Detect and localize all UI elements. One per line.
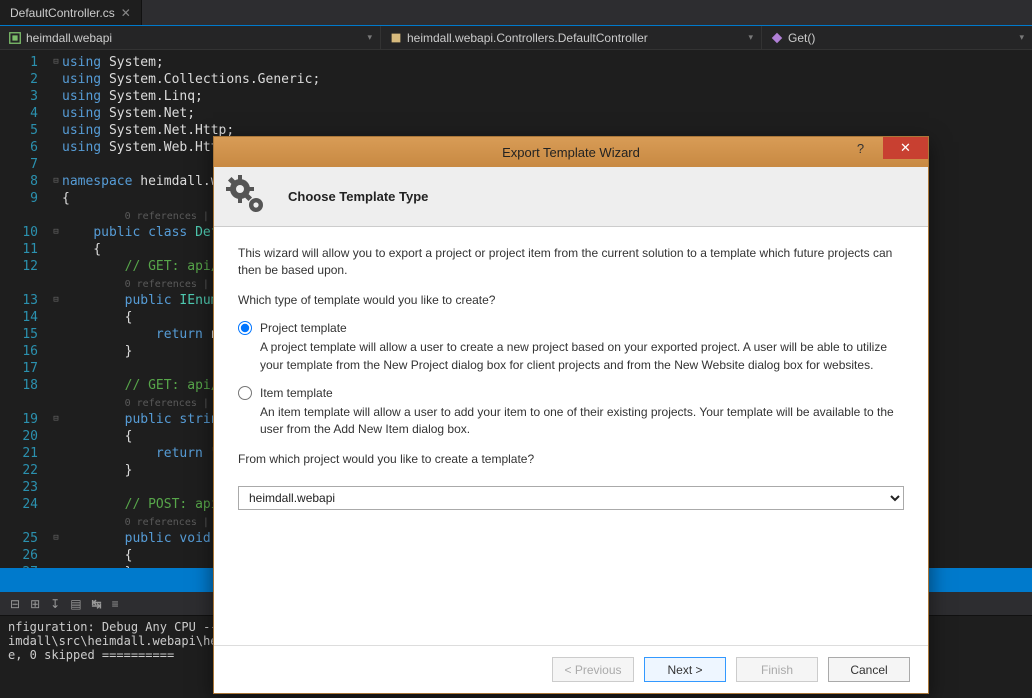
chevron-down-icon[interactable]: ▾ bbox=[748, 32, 753, 43]
output-toolbar-icon[interactable]: ⊞ bbox=[30, 597, 40, 611]
dialog-intro: This wizard will allow you to export a p… bbox=[238, 245, 904, 280]
radio-item-template-label: Item template bbox=[260, 386, 333, 400]
chevron-down-icon[interactable]: ▾ bbox=[367, 32, 372, 43]
tab-default-controller[interactable]: DefaultController.cs ✕ bbox=[0, 0, 142, 25]
dialog-header: Choose Template Type bbox=[214, 167, 928, 227]
breadcrumb-namespace-label: heimdall.webapi bbox=[26, 31, 112, 45]
cancel-button[interactable]: Cancel bbox=[828, 657, 910, 682]
breadcrumb-method-label: Get() bbox=[788, 31, 815, 45]
output-toolbar-icon[interactable]: ↹ bbox=[92, 597, 102, 611]
help-button[interactable]: ? bbox=[838, 137, 883, 159]
dialog-body: This wizard will allow you to export a p… bbox=[214, 227, 928, 645]
export-template-wizard-dialog: Export Template Wizard ? ✕ bbox=[213, 136, 929, 694]
radio-item-template[interactable]: Item template bbox=[238, 386, 904, 400]
output-toolbar-icon[interactable]: ⊟ bbox=[10, 597, 20, 611]
output-text: nfiguration: Debug Any CPU --- imdall\sr… bbox=[8, 620, 225, 662]
output-toolbar-icon[interactable]: ↧ bbox=[50, 597, 60, 611]
breadcrumb: heimdall.webapi ▾ heimdall.webapi.Contro… bbox=[0, 26, 1032, 50]
radio-project-template-label: Project template bbox=[260, 321, 347, 335]
dialog-heading: Choose Template Type bbox=[288, 189, 428, 204]
dialog-title-text: Export Template Wizard bbox=[502, 145, 640, 160]
chevron-down-icon[interactable]: ▾ bbox=[1019, 32, 1024, 43]
output-toolbar-icon[interactable]: ≡ bbox=[112, 597, 119, 611]
line-number-gutter: 1234567891011121314151617181920212223242… bbox=[0, 50, 50, 568]
project-select-label: From which project would you like to cre… bbox=[238, 451, 904, 468]
method-icon bbox=[770, 31, 784, 45]
previous-button: < Previous bbox=[552, 657, 634, 682]
class-icon bbox=[389, 31, 403, 45]
close-icon[interactable]: ✕ bbox=[121, 6, 131, 20]
breadcrumb-class-label: heimdall.webapi.Controllers.DefaultContr… bbox=[407, 31, 648, 45]
document-tabs: DefaultController.cs ✕ bbox=[0, 0, 1032, 26]
breadcrumb-method[interactable]: Get() ▾ bbox=[762, 26, 1032, 49]
dialog-question: Which type of template would you like to… bbox=[238, 292, 904, 309]
output-toolbar-icon[interactable]: ▤ bbox=[70, 597, 81, 611]
dialog-footer: < Previous Next > Finish Cancel bbox=[214, 645, 928, 693]
radio-project-template-desc: A project template will allow a user to … bbox=[260, 339, 904, 374]
dialog-titlebar[interactable]: Export Template Wizard ? ✕ bbox=[214, 137, 928, 167]
radio-item-template-input[interactable] bbox=[238, 386, 252, 400]
breadcrumb-class[interactable]: heimdall.webapi.Controllers.DefaultContr… bbox=[381, 26, 761, 49]
finish-button: Finish bbox=[736, 657, 818, 682]
gears-icon bbox=[224, 173, 272, 221]
project-select[interactable]: heimdall.webapi bbox=[238, 486, 904, 510]
next-button[interactable]: Next > bbox=[644, 657, 726, 682]
radio-project-template-input[interactable] bbox=[238, 321, 252, 335]
breadcrumb-namespace[interactable]: heimdall.webapi ▾ bbox=[0, 26, 380, 49]
radio-project-template[interactable]: Project template bbox=[238, 321, 904, 335]
namespace-icon bbox=[8, 31, 22, 45]
fold-column: ⊟⊟⊟⊟⊟⊟ bbox=[50, 50, 62, 568]
tab-label: DefaultController.cs bbox=[10, 6, 115, 20]
radio-item-template-desc: An item template will allow a user to ad… bbox=[260, 404, 904, 439]
close-button[interactable]: ✕ bbox=[883, 137, 928, 159]
